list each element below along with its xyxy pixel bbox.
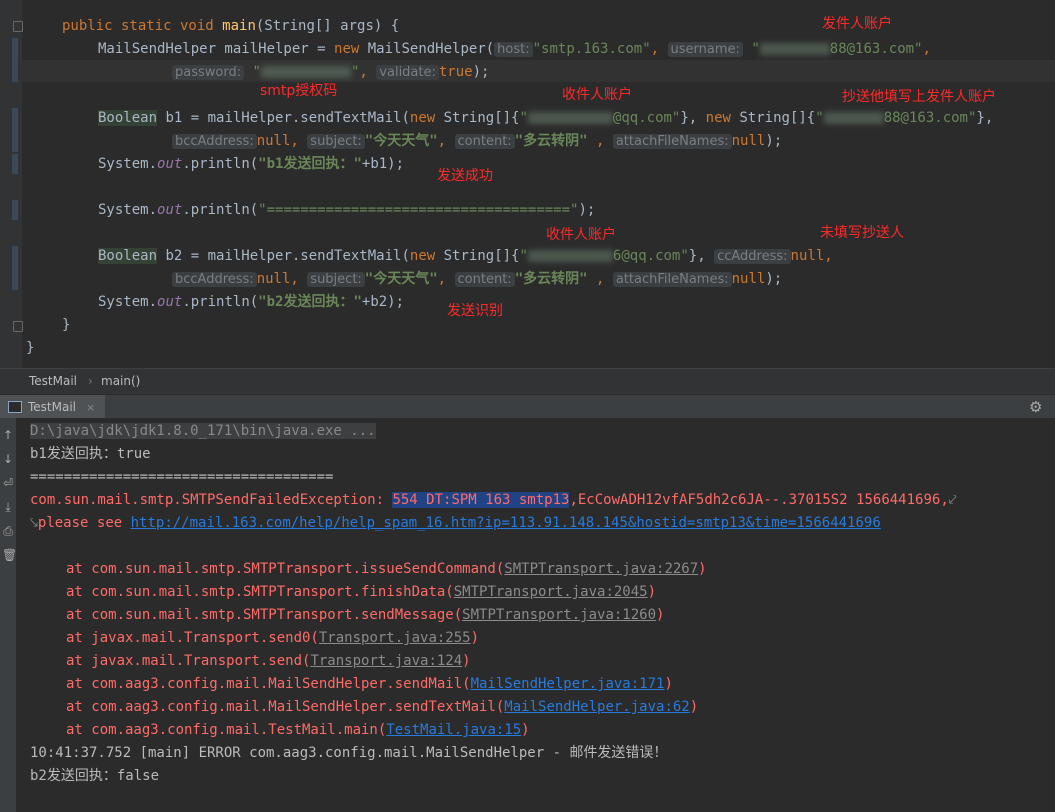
param-hint: attachFileNames: [612,134,732,149]
run-console-icon [8,401,22,413]
code-line-5: bccAddress: null, subject: "今天天气", content… [172,131,782,151]
param-hint: subject: [307,134,365,149]
stack-frame: at com.aag3.config.mail.TestMail.main(Te… [66,722,530,738]
wrap-icon: ⤦ [948,492,957,508]
run-tab-label: TestMail [28,400,77,414]
annotation-send-success: 发送成功 [437,168,493,184]
help-link[interactable]: http://mail.163.com/help/help_spam_16.ht… [131,515,881,531]
stack-frame: at com.aag3.config.mail.MailSendHelper.s… [66,699,699,715]
change-marker [12,38,18,82]
console-line: ==================================== [30,469,334,485]
console-line-exception: ⤥please see http://mail.163.com/help/hel… [30,515,881,531]
code-line-8: Boolean b2 = mailHelper.sendTextMail(new… [98,248,833,264]
param-hint: bccAddress: [172,272,257,287]
code-line-11: } [62,317,71,333]
source-link[interactable]: SMTPTransport.java:1260 [462,607,656,623]
scroll-up-icon[interactable]: ↑ [2,428,14,442]
stack-frame: at javax.mail.Transport.send0(Transport.… [66,630,480,646]
editor-gutter [0,0,23,368]
param-hint: bccAddress: [172,134,257,149]
code-line-4: Boolean b1 = mailHelper.sendTextMail(new… [98,110,994,126]
console-line: D:\java\jdk\jdk1.8.0_171\bin\java.exe ..… [30,423,376,439]
print-icon[interactable]: ⎙ [2,524,14,538]
code-line-1: public static void main(String[] args) { [62,18,400,34]
code-line-7: System.out.println("====================… [98,202,596,218]
stack-frame: at com.aag3.config.mail.MailSendHelper.s… [66,676,673,692]
clear-all-icon[interactable]: 🗑 [2,548,17,562]
source-link[interactable]: MailSendHelper.java:62 [504,699,689,715]
param-hint: ccAddress: [714,249,791,264]
annotation-send-fail: 发送识别 [447,303,503,319]
run-panel-header: TestMail × ⚙ [0,394,1055,419]
breadcrumb-class[interactable]: TestMail [29,374,77,388]
redacted-text [759,43,830,55]
console-line-error-log: 10:41:37.752 [main] ERROR com.aag3.confi… [30,745,668,761]
scroll-to-end-icon[interactable]: ⤓ [2,500,14,514]
selected-text: 554 DT:SPM 163 smtp13 [392,492,570,508]
source-link[interactable]: Transport.java:124 [310,653,462,669]
redacted-text [527,112,613,124]
breadcrumb: TestMail › main() [0,368,1055,395]
breadcrumb-method[interactable]: main() [101,374,140,388]
redacted-text [823,112,884,124]
change-marker [12,154,18,174]
code-line-10: System.out.println("b2发送回执："+b2); [98,294,405,310]
change-marker [12,108,18,152]
annotation-cc-sender: 抄送他填写上发件人账户 [842,89,996,105]
param-hint: username: [667,42,743,57]
console-line: b2发送回执：false [30,768,160,784]
annotation-sender-account: 发件人账户 [822,16,892,32]
code-line-3: password: " ", validate: true); [172,62,489,82]
param-hint: password: [172,65,245,80]
stack-frame: at com.sun.mail.smtp.SMTPTransport.sendM… [66,607,665,623]
stack-frame: at javax.mail.Transport.send(Transport.j… [66,653,471,669]
source-link[interactable]: TestMail.java:15 [386,722,521,738]
code-editor[interactable]: public static void main(String[] args) {… [0,0,1055,368]
code-line-9: bccAddress: null, subject: "今天天气", content… [172,269,782,289]
annotation-recipient-account: 收件人账户 [562,87,632,103]
console-line: b1发送回执：true [30,446,151,462]
scroll-down-icon[interactable]: ↓ [2,452,14,466]
wrap-continue-icon: ⤥ [30,515,38,531]
param-hint: content: [454,134,515,149]
console-toolbar: ↑ ↓ ⏎ ⤓ ⎙ 🗑 [0,418,17,812]
source-link[interactable]: SMTPTransport.java:2267 [504,561,698,577]
param-hint: content: [454,272,515,287]
param-hint: validate: [376,65,439,80]
code-line-6: System.out.println("b1发送回执："+b1); [98,156,405,172]
gear-icon[interactable]: ⚙ [1029,398,1045,416]
param-hint: host: [494,42,533,57]
source-link[interactable]: SMTPTransport.java:2045 [454,584,648,600]
source-link[interactable]: MailSendHelper.java:171 [471,676,665,692]
run-console-output[interactable]: D:\java\jdk\jdk1.8.0_171\bin\java.exe ..… [16,418,1055,812]
console-line-exception: com.sun.mail.smtp.SMTPSendFailedExceptio… [30,492,957,508]
close-tab-icon[interactable]: × [86,401,95,414]
fold-icon[interactable] [13,321,23,332]
stack-frame: at com.sun.mail.smtp.SMTPTransport.finis… [66,584,657,600]
param-hint: attachFileNames: [612,272,732,287]
redacted-text [260,66,351,78]
change-marker [12,246,18,290]
soft-wrap-icon[interactable]: ⏎ [2,476,14,490]
fold-icon[interactable] [13,21,23,32]
code-line-2: MailSendHelper mailHelper = new MailSend… [98,41,931,57]
breadcrumb-separator: › [88,374,93,388]
stack-frame: at com.sun.mail.smtp.SMTPTransport.issue… [66,561,707,577]
annotation-no-cc: 未填写抄送人 [820,225,904,241]
code-line-12: } [26,340,35,356]
source-link[interactable]: Transport.java:255 [319,630,471,646]
change-marker [12,200,18,220]
annotation-recipient-account-2: 收件人账户 [546,227,616,243]
redacted-text [527,250,613,262]
annotation-smtp-auth-code: smtp授权码 [260,83,338,99]
param-hint: subject: [307,272,365,287]
run-tab-testmail[interactable]: TestMail × [0,395,106,419]
